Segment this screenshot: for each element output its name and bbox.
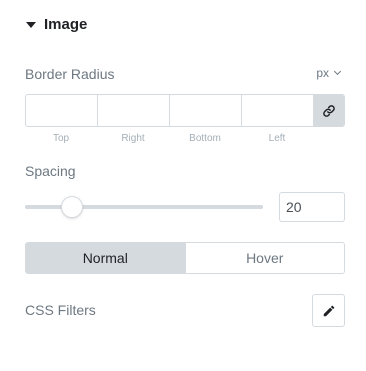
link-values-button[interactable] <box>314 95 344 126</box>
radius-bottom-input[interactable] <box>170 95 242 126</box>
section-header[interactable]: Image <box>26 13 87 35</box>
link-icon <box>323 104 335 117</box>
top-label: Top <box>52 133 70 144</box>
radius-left-input[interactable] <box>242 95 314 126</box>
spacing-slider-track[interactable] <box>25 205 263 209</box>
unit-value: px <box>316 66 329 80</box>
css-filters-label: CSS Filters <box>25 302 96 318</box>
tab-hover[interactable]: Hover <box>184 243 344 273</box>
css-filters-edit-button[interactable] <box>312 294 345 327</box>
bottom-label: Bottom <box>189 133 221 144</box>
pencil-icon <box>323 305 334 316</box>
chevron-down-icon <box>333 67 342 76</box>
state-tabs: Normal Hover <box>25 242 345 274</box>
spacing-input[interactable] <box>279 192 345 222</box>
section-title: Image <box>44 15 88 33</box>
radius-right-input[interactable] <box>98 95 170 126</box>
border-radius-sublabels: Top Right Bottom Left <box>25 133 313 144</box>
left-label: Left <box>268 133 286 144</box>
border-radius-inputs <box>25 94 345 127</box>
right-label: Right <box>121 133 145 144</box>
spacing-slider-handle[interactable] <box>62 197 82 217</box>
spacing-label: Spacing <box>25 163 76 179</box>
border-radius-label: Border Radius <box>25 66 115 82</box>
tab-normal[interactable]: Normal <box>26 243 185 273</box>
radius-top-input[interactable] <box>26 95 98 126</box>
unit-select[interactable]: px <box>316 66 342 80</box>
caret-down-icon <box>26 21 36 28</box>
